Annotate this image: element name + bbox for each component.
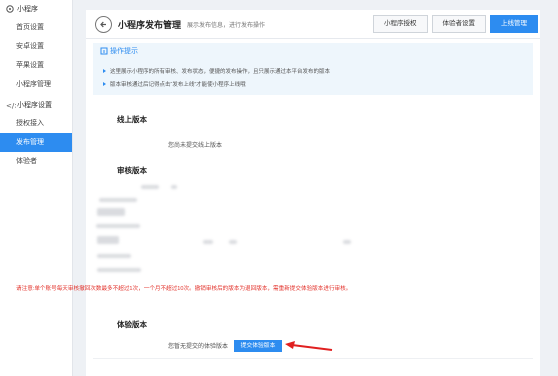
online-version-empty-text: 您尚未提交线上版本 — [168, 143, 223, 149]
submit-trial-version-button[interactable]: 提交体验版本 — [234, 340, 282, 352]
sidebar-group-mini-program-settings[interactable]: </> 小程序设置 — [0, 96, 72, 114]
tips-line: 这里展示小程序的所有审核、发布状态，便捷的发布操作，且只展示通过本平台发布的版本 — [103, 67, 330, 75]
sidebar-item-ios-settings[interactable]: 苹果设置 — [0, 56, 72, 75]
page-title: 小程序发布管理 — [118, 19, 182, 30]
sidebar-item-android-settings[interactable]: 安卓设置 — [0, 37, 72, 56]
redacted-text — [141, 185, 159, 189]
redacted-text — [97, 208, 125, 216]
tab-tester-settings[interactable]: 体验者设置 — [431, 15, 486, 33]
bullet-icon — [103, 69, 106, 73]
sidebar-group-mini-program[interactable]: 小程序 — [0, 0, 72, 18]
program-settings-icon: </> — [6, 101, 20, 110]
redacted-text — [97, 236, 119, 244]
tips-panel: 操作提示 这里展示小程序的所有审核、发布状态，便捷的发布操作，且只展示通过本平台… — [93, 43, 533, 95]
annotation-arrow-icon — [285, 341, 333, 351]
sidebar-item-authorization[interactable]: 授权接入 — [0, 114, 72, 133]
review-warning-text: 请注意:单个账号每天审核撤回次数最多不超过1次，一个月不超过10次。撤销审核后的… — [16, 286, 352, 292]
tips-title-label: 操作提示 — [110, 48, 138, 55]
arrow-left-icon — [100, 21, 106, 27]
page-subtitle: 展示发布信息，进行发布操作 — [187, 22, 266, 29]
tips-line-text: 版本审核通过后记得点击“发布上线”才能使小程序上线哦 — [110, 82, 246, 88]
redacted-text — [96, 224, 140, 228]
tab-bar: 小程序授权 体验者设置 上线管理 — [373, 15, 538, 33]
redacted-text — [97, 268, 141, 272]
trial-version-title: 体验版本 — [117, 320, 147, 329]
sidebar-item-home-settings[interactable]: 首页设置 — [0, 18, 72, 37]
redacted-text — [97, 254, 131, 258]
review-version-title: 审核版本 — [117, 166, 147, 175]
online-version-section: 线上版本 您尚未提交线上版本 — [93, 100, 533, 159]
redacted-text — [343, 240, 351, 244]
mini-program-icon — [6, 5, 14, 13]
back-button[interactable] — [95, 15, 112, 33]
sidebar-item-testers[interactable]: 体验者 — [0, 152, 72, 171]
bullet-icon — [103, 82, 106, 86]
redacted-text — [229, 240, 237, 244]
info-icon — [100, 47, 108, 55]
tab-mini-program-authorization[interactable]: 小程序授权 — [373, 15, 428, 33]
trial-version-empty-text: 您暂无提交的体验版本 — [168, 344, 229, 350]
redacted-text — [99, 198, 137, 202]
sidebar-group-label: 小程序 — [17, 6, 38, 13]
tab-release-management[interactable]: 上线管理 — [490, 15, 538, 33]
sidebar-item-mini-program-management[interactable]: 小程序管理 — [0, 75, 72, 94]
sidebar: 小程序 首页设置 安卓设置 苹果设置 小程序管理 </> 小程序设置 授权接入 … — [0, 0, 73, 376]
tips-title: 操作提示 — [100, 46, 138, 56]
svg-text:</>: </> — [6, 102, 16, 109]
sidebar-item-release-management[interactable]: 发布管理 — [0, 133, 72, 152]
redacted-text — [171, 185, 177, 189]
online-version-title: 线上版本 — [117, 115, 147, 124]
tips-line-text: 这里展示小程序的所有审核、发布状态，便捷的发布操作，且只展示通过本平台发布的版本 — [110, 69, 331, 75]
page-header: 小程序发布管理 展示发布信息，进行发布操作 小程序授权 体验者设置 上线管理 — [86, 10, 540, 39]
redacted-text — [203, 240, 213, 244]
sidebar-group-label: 小程序设置 — [17, 102, 52, 109]
tips-line: 版本审核通过后记得点击“发布上线”才能使小程序上线哦 — [103, 80, 246, 88]
